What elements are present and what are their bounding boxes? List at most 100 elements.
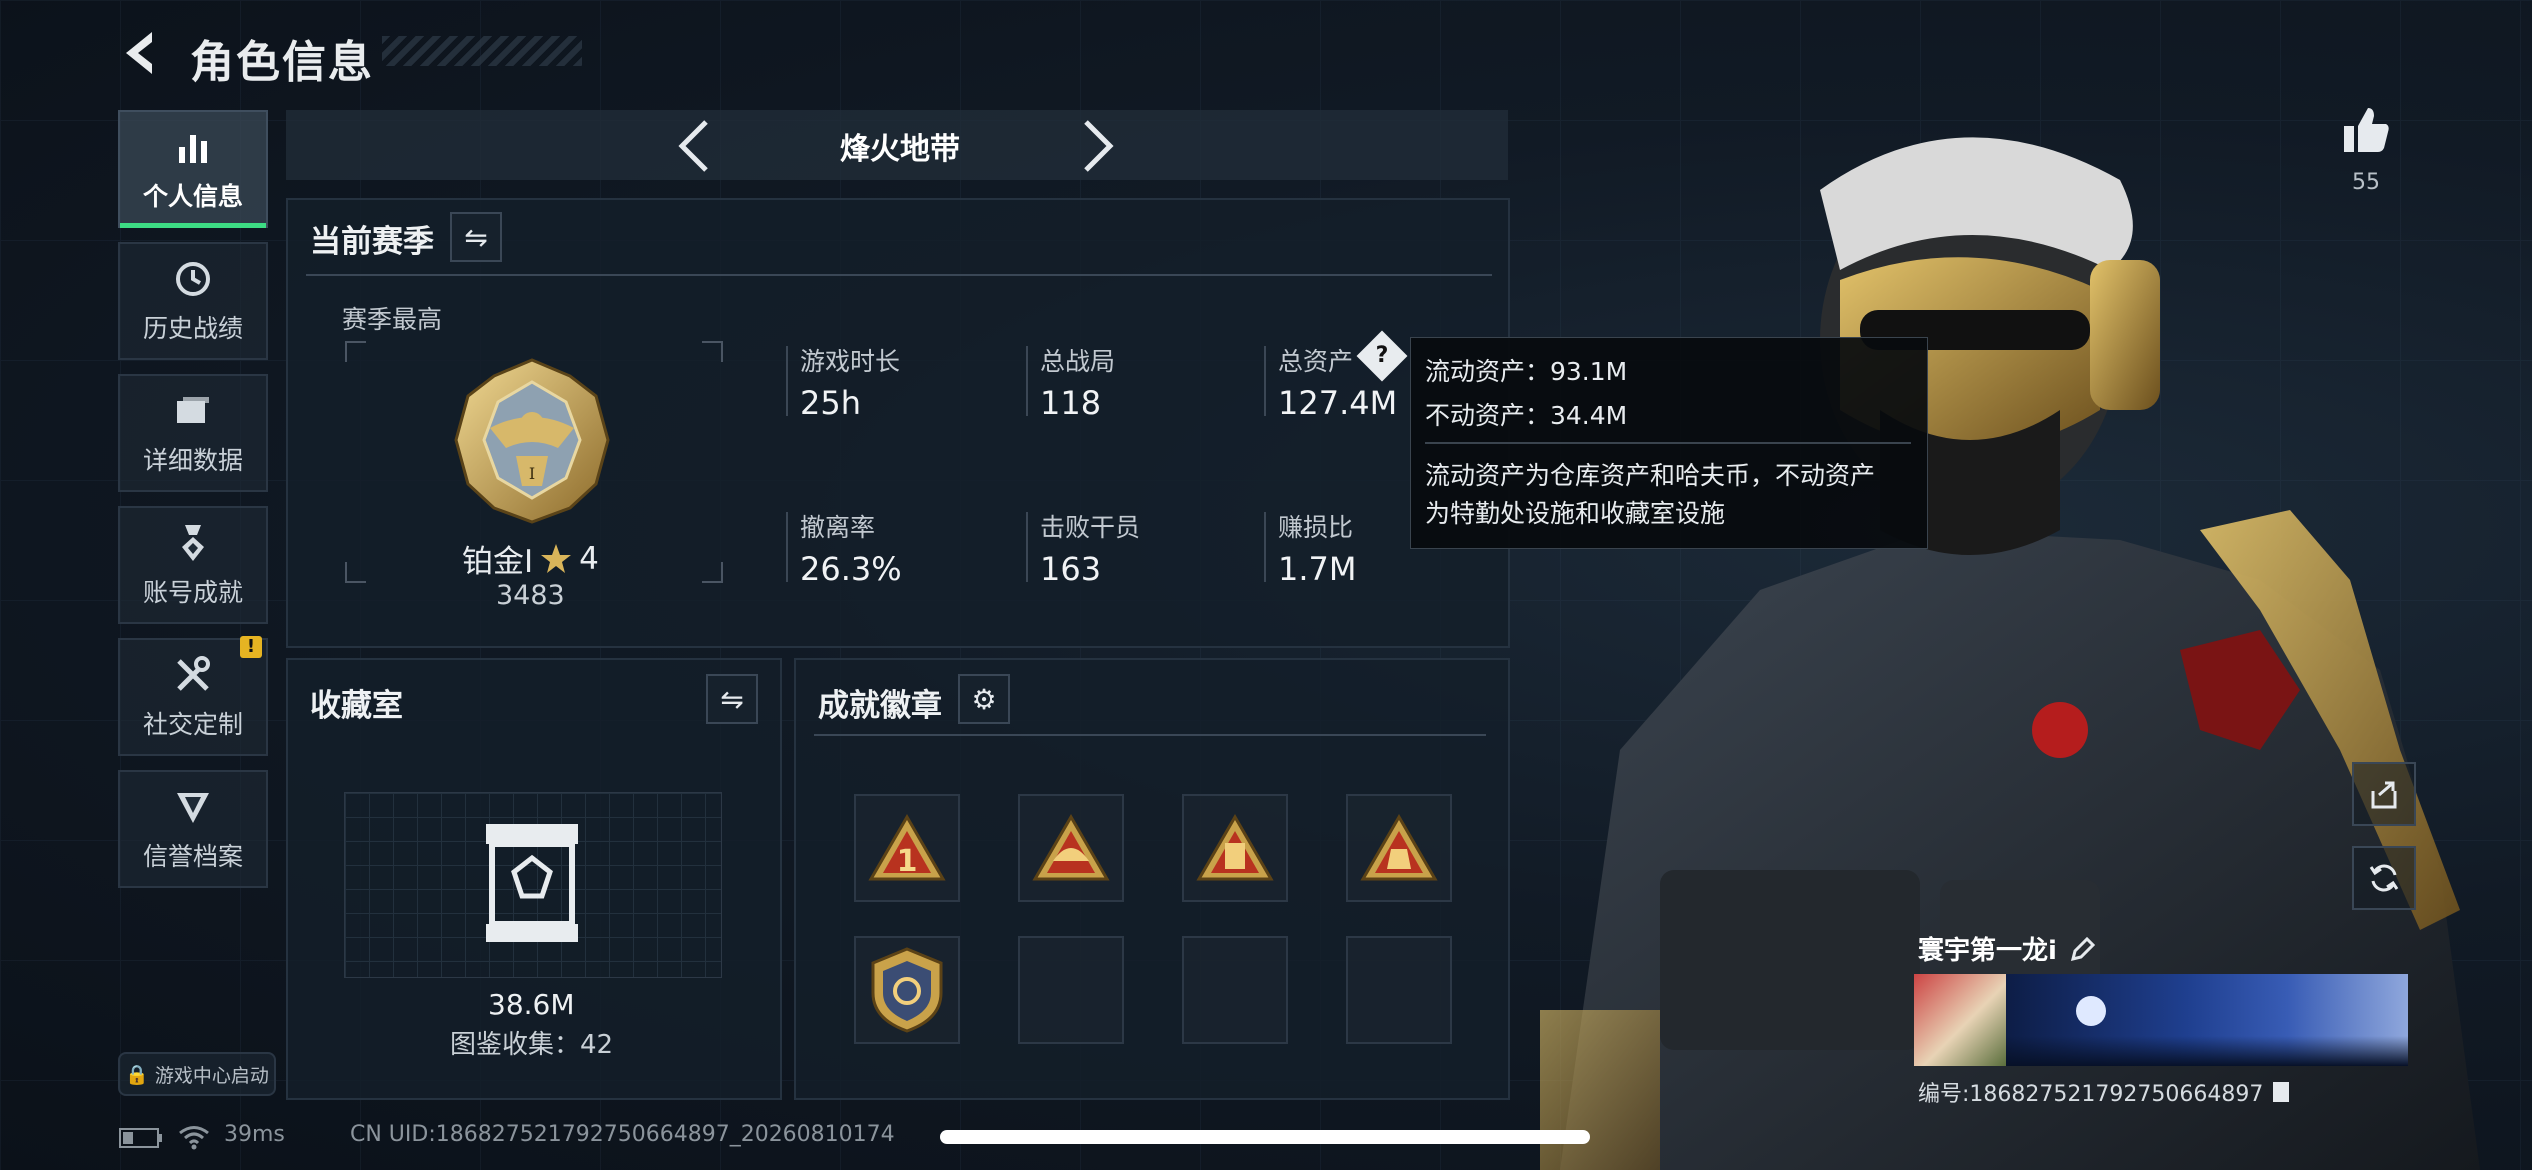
badge-slot[interactable]	[854, 936, 960, 1044]
sidebar-item-detailed-data[interactable]: 详细数据	[118, 374, 268, 492]
stat-separator	[1026, 346, 1028, 416]
divider	[306, 274, 1492, 276]
shield-v-icon	[171, 785, 215, 829]
achievements-settings-button[interactable]: ⚙	[958, 674, 1010, 724]
rank-name-row: 铂金Ⅰ 4	[462, 536, 599, 581]
stat-separator	[1026, 512, 1028, 582]
share-button[interactable]	[2352, 762, 2416, 826]
star-icon	[541, 543, 572, 573]
sidebar-item-label: 历史战绩	[142, 314, 243, 343]
stat-separator	[786, 512, 788, 582]
stat-value-play-time: 25h	[800, 384, 861, 422]
uid-text: CN UID:186827521792750664897_20260810174	[350, 1122, 895, 1147]
swap-icon: ⇋	[464, 220, 488, 254]
thumbs-up-icon[interactable]	[2340, 104, 2392, 156]
game-center-launch-button[interactable]: 🔒 游戏中心启动	[118, 1052, 276, 1096]
collection-switch-button[interactable]: ⇋	[706, 674, 758, 724]
stat-value-profit-loss: 1.7M	[1278, 550, 1357, 588]
refresh-icon	[2369, 864, 2399, 892]
tooltip-liquid-assets: 流动资产：93.1M	[1425, 357, 1628, 386]
badge-slot[interactable]	[1018, 794, 1124, 902]
stat-label-play-time: 游戏时长	[800, 347, 901, 376]
badge-shield-emblem-icon	[871, 947, 943, 1033]
launch-label: 游戏中心启动	[154, 1064, 269, 1087]
stat-separator	[1264, 512, 1266, 582]
tooltip-fixed-assets: 不动资产：34.4M	[1425, 401, 1628, 430]
badge-number-one-icon: 1	[868, 814, 946, 881]
season-switch-button[interactable]: ⇋	[450, 212, 502, 262]
badge-slot-empty[interactable]	[1346, 936, 1452, 1044]
chevron-right-icon[interactable]	[1080, 118, 1116, 174]
bar-chart-icon	[171, 125, 215, 169]
stat-value-total-assets: 127.4M	[1278, 384, 1398, 422]
stat-value-operators-defeated: 163	[1040, 550, 1102, 588]
clock-history-icon	[171, 257, 215, 301]
help-question-mark: ?	[1375, 343, 1389, 368]
collection-count: 图鉴收集：42	[450, 1030, 614, 1060]
stat-separator	[1264, 346, 1266, 416]
tooltip-divider	[1425, 442, 1911, 444]
sidebar-item-label: 账号成就	[142, 578, 243, 607]
warning-badge: !	[240, 636, 262, 658]
gear-icon: ⚙	[971, 682, 997, 716]
stat-value-total-matches: 118	[1040, 384, 1102, 422]
moon-icon	[2076, 996, 2106, 1026]
stat-label-total-assets: 总资产	[1278, 347, 1354, 376]
chevron-left-icon[interactable]	[676, 118, 712, 174]
stat-label-profit-loss: 赚损比	[1278, 513, 1354, 542]
home-indicator[interactable]	[940, 1130, 1590, 1144]
player-name: 寰宇第一龙i	[1918, 936, 2057, 966]
assets-tooltip: 流动资产：93.1M 不动资产：34.4M 流动资产为仓库资产和哈夫币，不动资产…	[1410, 337, 1928, 549]
page-title: 角色信息	[190, 37, 374, 88]
achievements-title: 成就徽章	[818, 688, 942, 724]
season-best-label: 赛季最高	[342, 305, 443, 334]
collection-title: 收藏室	[310, 688, 403, 724]
sidebar-item-achievements[interactable]: 账号成就	[118, 506, 268, 624]
player-name-card-banner[interactable]	[2006, 974, 2408, 1066]
sidebar-item-history[interactable]: 历史战绩	[118, 242, 268, 360]
divider	[814, 734, 1486, 736]
city-skyline	[2006, 1036, 2408, 1066]
sidebar-item-personal-info[interactable]: 个人信息	[118, 110, 268, 228]
sidebar-item-label: 个人信息	[142, 182, 243, 211]
platinum-rank-emblem-icon: I	[454, 358, 610, 524]
season-title: 当前赛季	[310, 224, 434, 260]
rank-score: 3483	[496, 580, 565, 611]
rank-name: 铂金Ⅰ	[462, 544, 534, 580]
back-arrow-icon[interactable]	[118, 28, 166, 78]
battery-icon	[119, 1128, 162, 1148]
badge-slot-empty[interactable]	[1182, 936, 1288, 1044]
player-name-row: 寰宇第一龙i	[1918, 930, 2097, 967]
collection-value: 38.6M	[488, 988, 575, 1021]
sidebar-item-reputation[interactable]: 信誉档案	[118, 770, 268, 888]
tooltip-desc-line1: 流动资产为仓库资产和哈夫币，不动资产	[1425, 461, 1876, 490]
lock-icon: 🔒	[125, 1063, 149, 1086]
player-avatar[interactable]	[1914, 974, 2006, 1066]
folder-icon	[171, 389, 215, 433]
refresh-button[interactable]	[2352, 846, 2416, 910]
swap-icon: ⇋	[720, 682, 744, 716]
display-case-icon	[486, 824, 578, 942]
stat-label-operators-defeated: 击败干员	[1040, 513, 1141, 542]
edit-pencil-icon[interactable]	[2069, 935, 2097, 963]
badge-slot-empty[interactable]	[1018, 936, 1124, 1044]
badge-slot[interactable]: 1	[854, 794, 960, 902]
stat-label-total-matches: 总战局	[1040, 347, 1116, 376]
copy-icon[interactable]	[2269, 1080, 2291, 1104]
svg-text:I: I	[529, 464, 535, 483]
ping-value: 39ms	[224, 1122, 285, 1147]
tooltip-desc-line2: 为特勤处设施和收藏室设施	[1425, 499, 1726, 528]
tools-icon	[171, 653, 215, 697]
stat-separator	[786, 346, 788, 416]
wifi-icon	[179, 1126, 209, 1150]
sidebar-item-label: 信誉档案	[142, 842, 243, 871]
badge-tower-icon	[1196, 814, 1274, 881]
likes-count: 55	[2352, 170, 2380, 195]
sidebar-item-label: 社交定制	[142, 710, 243, 739]
badge-slot[interactable]	[1346, 794, 1452, 902]
badge-slot[interactable]	[1182, 794, 1288, 902]
sidebar-item-label: 详细数据	[142, 446, 243, 475]
stat-label-extract-rate: 撤离率	[800, 513, 876, 542]
player-id-row: 编号:186827521792750664897	[1918, 1076, 2291, 1108]
mode-name: 烽火地带	[840, 132, 960, 167]
